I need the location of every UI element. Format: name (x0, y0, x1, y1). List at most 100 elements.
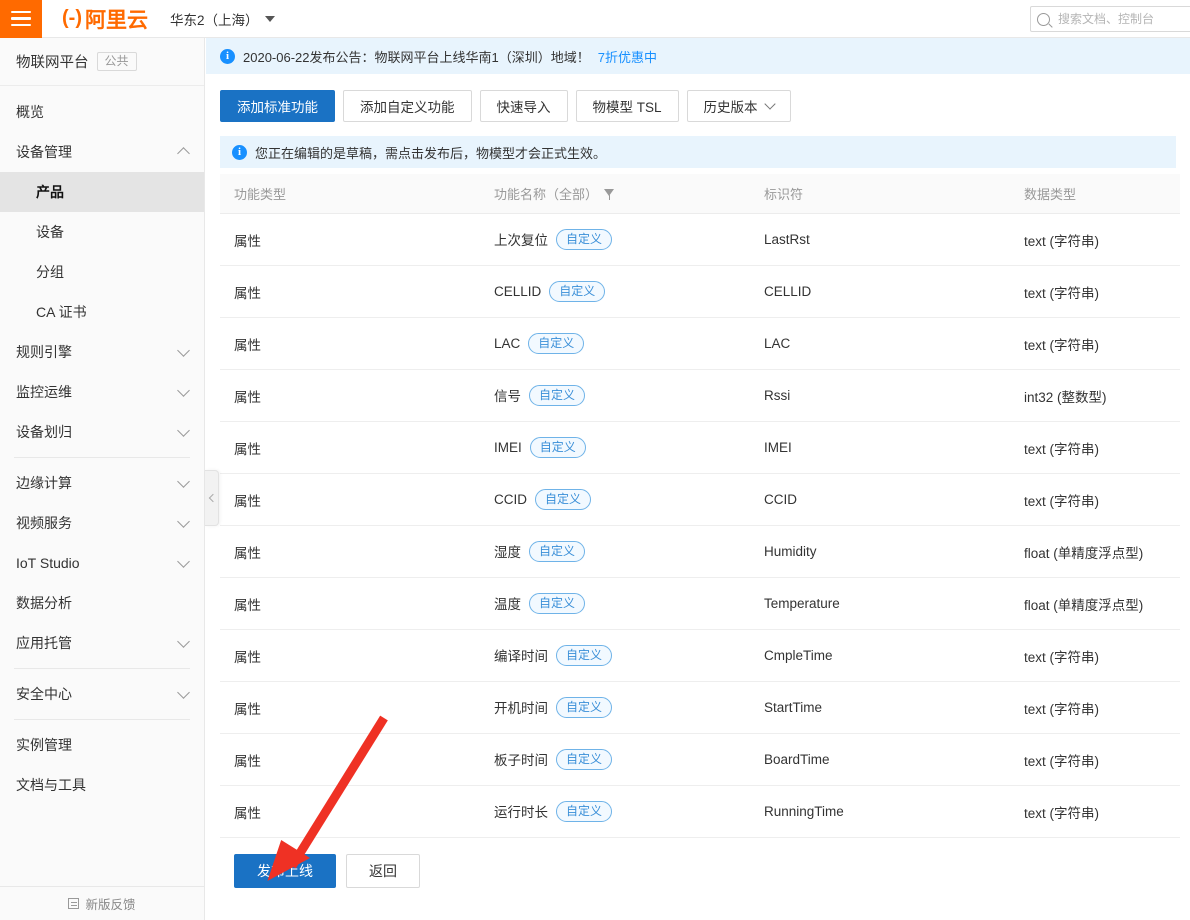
cell-datatype: text (字符串) (1010, 785, 1180, 838)
sidebar-item-监控运维[interactable]: 监控运维 (0, 372, 204, 412)
toolbar-button-label: 添加自定义功能 (360, 100, 455, 115)
cell-feature-name: 开机时间 自定义 (480, 681, 750, 734)
feature-name-label: IMEI (494, 439, 522, 455)
chevron-down-icon (177, 423, 190, 437)
sidebar-item-CA-证书[interactable]: CA 证书 (0, 292, 204, 332)
toolbar-button-label: 历史版本 (703, 100, 758, 115)
toolbar-button-3[interactable]: 物模型 TSL (575, 90, 679, 122)
sidebar-divider (14, 719, 190, 720)
sidebar-item-应用托管[interactable]: 应用托管 (0, 623, 204, 663)
custom-tag: 自定义 (556, 645, 613, 666)
feature-name-wrap: 开机时间 自定义 (494, 697, 750, 718)
main-content: i 2020-06-22发布公告：物联网平台上线华南1（深圳）地域！ 7折优惠中 … (206, 38, 1190, 920)
hamburger-icon[interactable] (0, 0, 42, 38)
feedback-icon (68, 898, 80, 909)
sidebar-item-安全中心[interactable]: 安全中心 (0, 674, 204, 714)
table-header-label: 功能类型 (234, 187, 287, 202)
sidebar-collapse-handle[interactable] (205, 470, 219, 526)
aliyun-logo-mark: (-) (62, 7, 82, 29)
sidebar-item-视频服务[interactable]: 视频服务 (0, 503, 204, 543)
footer-button-1[interactable]: 返回 (346, 854, 420, 888)
cell-identifier: IMEI (750, 421, 1010, 474)
custom-tag: 自定义 (535, 489, 592, 510)
custom-tag: 自定义 (529, 437, 586, 458)
sidebar-item-IoT-Studio[interactable]: IoT Studio (0, 543, 204, 583)
chevron-down-icon (177, 685, 190, 699)
table-row: 属性 LAC 自定义 LAC text (字符串) (220, 317, 1180, 370)
tsl-feature-table: 功能类型 功能名称（全部） 标识符 数据类型 属性 上次复位 自定义 LastRst text… (220, 174, 1180, 838)
toolbar-button-1[interactable]: 添加自定义功能 (343, 90, 472, 122)
sidebar-divider (14, 668, 190, 669)
region-selector[interactable]: 华东2（上海） (170, 9, 275, 29)
sidebar-item-设备管理[interactable]: 设备管理 (0, 132, 204, 172)
sidebar: 物联网平台 公共 概览设备管理产品 设备 分组 CA 证书 规则引擎监控运维设备划归边缘… (0, 38, 205, 920)
feature-name-label: 板子时间 (494, 753, 548, 769)
cell-datatype: text (字符串) (1010, 629, 1180, 682)
feature-name-wrap: 运行时长 自定义 (494, 801, 750, 822)
feature-name-wrap: IMEI 自定义 (494, 437, 750, 458)
cell-datatype: text (字符串) (1010, 421, 1180, 474)
info-icon: i (220, 48, 235, 64)
toolbar-button-2[interactable]: 快速导入 (479, 90, 568, 122)
feedback-label: 新版反馈 (85, 898, 136, 912)
feature-name-label: CELLID (494, 283, 542, 299)
feedback-link[interactable]: 新版反馈 (0, 886, 204, 920)
table-header-label: 数据类型 (1024, 187, 1077, 202)
sidebar-item-规则引擎[interactable]: 规则引擎 (0, 332, 204, 372)
cell-identifier: Rssi (750, 369, 1010, 422)
sidebar-item-边缘计算[interactable]: 边缘计算 (0, 463, 204, 503)
sidebar-item-label: 设备管理 (16, 144, 72, 160)
cell-feature-name: 运行时长 自定义 (480, 785, 750, 838)
cell-feature-name: LAC 自定义 (480, 317, 750, 370)
toolbar-button-label: 添加标准功能 (237, 100, 318, 115)
sidebar-item-产品[interactable]: 产品 (0, 172, 204, 212)
cell-feature-name: IMEI 自定义 (480, 421, 750, 474)
search-input[interactable] (1056, 11, 1190, 27)
sidebar-item-文档与工具[interactable]: 文档与工具 (0, 765, 204, 805)
table-row: 属性 开机时间 自定义 StartTime text (字符串) (220, 681, 1180, 734)
feature-name-wrap: 温度 自定义 (494, 593, 750, 614)
sidebar-item-概览[interactable]: 概览 (0, 92, 204, 132)
sidebar-item-分组[interactable]: 分组 (0, 252, 204, 292)
table-body: 属性 上次复位 自定义 LastRst text (字符串) 属性 CELLID 自定义 CEL… (220, 213, 1180, 838)
toolbar-button-0[interactable]: 添加标准功能 (220, 90, 335, 122)
feature-name-label: 运行时长 (494, 805, 548, 821)
cell-datatype: text (字符串) (1010, 733, 1180, 786)
sidebar-item-设备划归[interactable]: 设备划归 (0, 412, 204, 452)
table-header-cell: 功能类型 (220, 174, 480, 214)
table-row: 属性 IMEI 自定义 IMEI text (字符串) (220, 421, 1180, 474)
cell-feature-type: 属性 (220, 317, 480, 370)
product-name: 物联网平台 (16, 55, 89, 71)
feature-name-wrap: 上次复位 自定义 (494, 229, 750, 250)
custom-tag: 自定义 (556, 229, 613, 250)
sidebar-item-label: 监控运维 (16, 384, 72, 400)
product-instance-badge: 公共 (96, 51, 137, 72)
toolbar-button-label: 快速导入 (496, 100, 551, 115)
feature-name-wrap: CELLID 自定义 (494, 281, 750, 302)
feature-name-label: 信号 (494, 389, 521, 405)
feature-name-wrap: 编译时间 自定义 (494, 645, 750, 666)
feature-name-label: 开机时间 (494, 701, 548, 717)
sidebar-item-设备[interactable]: 设备 (0, 212, 204, 252)
chevron-down-icon (264, 15, 275, 22)
sidebar-item-数据分析[interactable]: 数据分析 (0, 583, 204, 623)
announcement-link[interactable]: 7折优惠中 (598, 47, 657, 66)
cell-feature-name: 信号 自定义 (480, 369, 750, 422)
sidebar-item-label: 应用托管 (16, 635, 72, 651)
feature-name-wrap: 湿度 自定义 (494, 541, 750, 562)
global-search[interactable] (1030, 6, 1190, 32)
feature-name-label: CCID (494, 491, 527, 507)
sidebar-item-实例管理[interactable]: 实例管理 (0, 725, 204, 765)
aliyun-logo[interactable]: (-) 阿里云 (62, 4, 148, 34)
custom-tag: 自定义 (556, 697, 613, 718)
filter-icon[interactable] (604, 189, 615, 200)
footer-button-0[interactable]: 发布上线 (234, 854, 336, 888)
feature-name-label: 湿度 (494, 545, 521, 561)
sidebar-divider (14, 457, 190, 458)
feature-name-wrap: 信号 自定义 (494, 385, 750, 406)
toolbar-button-4[interactable]: 历史版本 (686, 90, 791, 122)
chevron-down-icon (177, 474, 190, 488)
cell-feature-name: 上次复位 自定义 (480, 213, 750, 266)
cell-feature-type: 属性 (220, 681, 480, 734)
sidebar-item-label: 概览 (16, 104, 44, 120)
